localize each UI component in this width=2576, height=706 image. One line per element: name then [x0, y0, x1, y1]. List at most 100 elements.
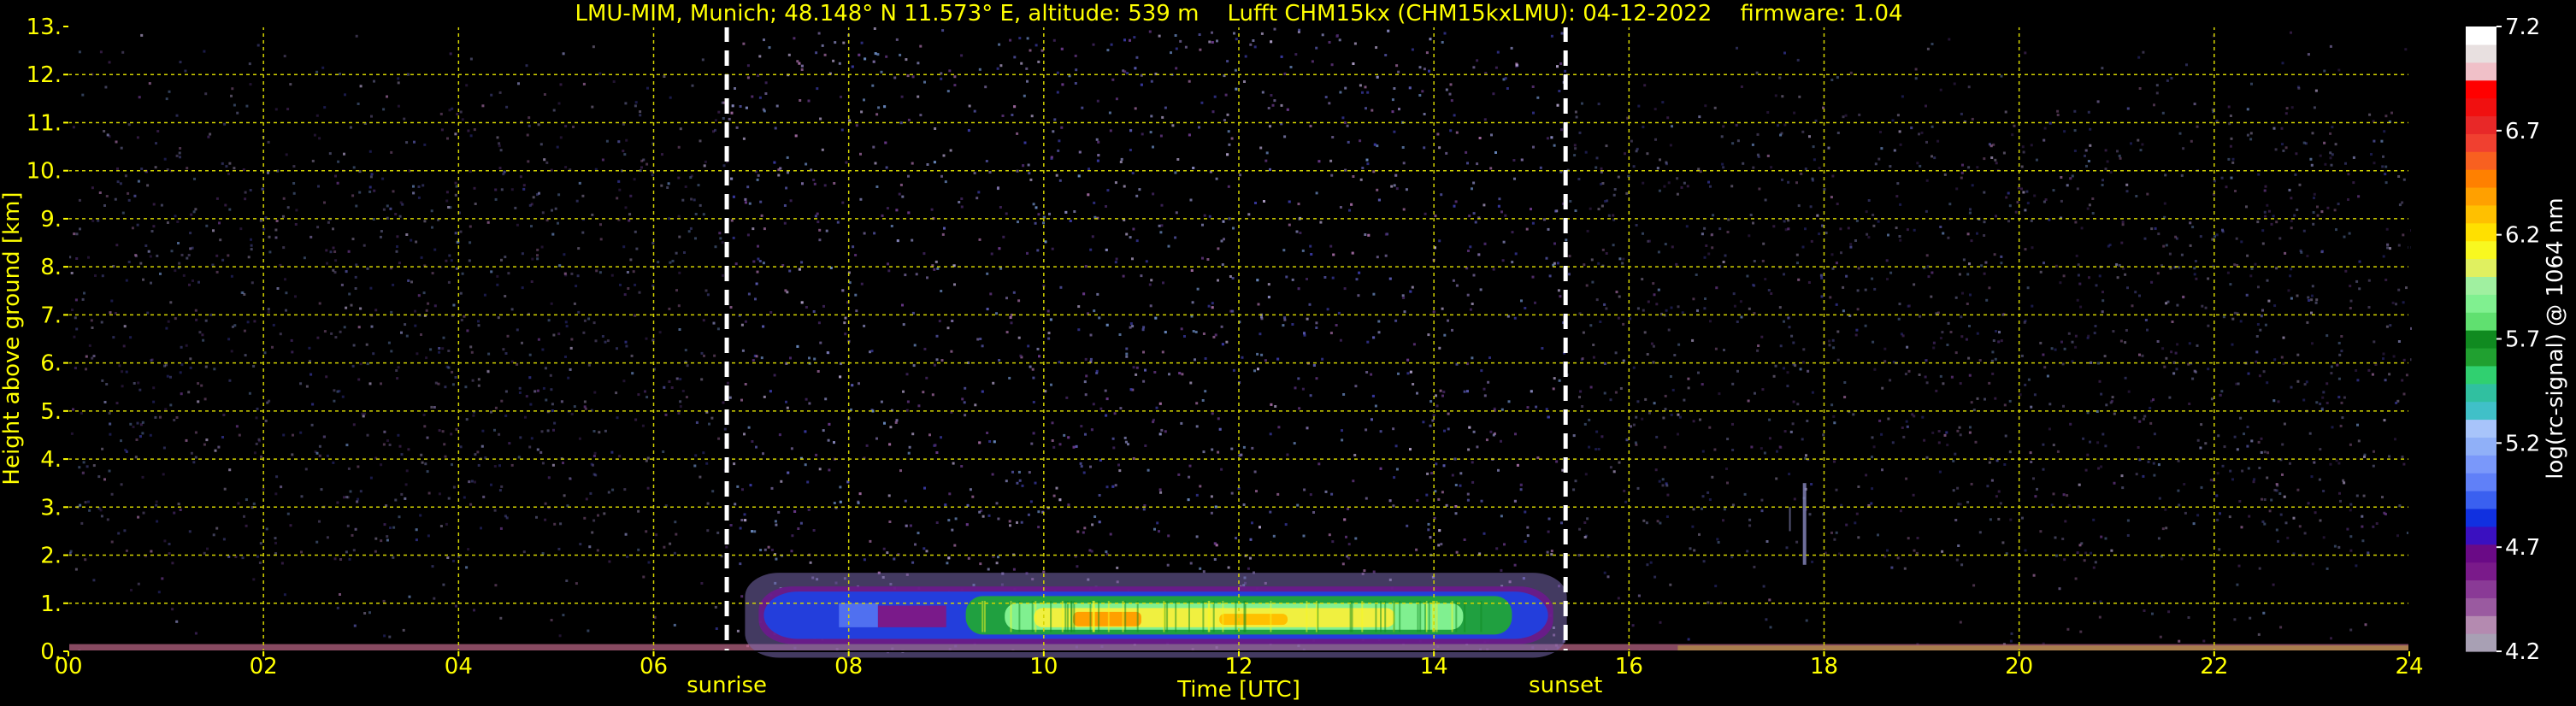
noise-speck	[178, 151, 181, 155]
noise-speck	[2233, 435, 2237, 438]
noise-speck	[180, 392, 183, 396]
noise-speck	[1195, 402, 1199, 405]
noise-speck	[1265, 151, 1269, 155]
noise-speck	[395, 369, 398, 372]
noise-speck	[768, 46, 771, 50]
noise-speck	[2052, 492, 2055, 496]
noise-speck	[880, 70, 883, 74]
noise-speck	[1954, 519, 1958, 521]
noise-speck	[1811, 177, 1814, 180]
noise-speck	[1166, 563, 1170, 567]
noise-speck	[1411, 285, 1414, 289]
noise-speck	[533, 390, 537, 393]
noise-speck	[2098, 615, 2101, 619]
noise-speck	[2139, 149, 2143, 152]
noise-speck	[1161, 350, 1164, 354]
noise-speck	[2325, 402, 2329, 404]
noise-speck	[789, 356, 792, 360]
noise-speck	[361, 412, 364, 415]
noise-speck	[228, 208, 232, 211]
noise-speck	[1167, 244, 1170, 248]
noise-speck	[1830, 531, 1833, 534]
noise-speck	[2152, 462, 2155, 465]
noise-speck	[1969, 293, 1972, 297]
noise-speck	[1553, 144, 1556, 147]
noise-speck	[539, 143, 543, 146]
noise-speck	[1595, 166, 1598, 169]
noise-speck	[137, 179, 140, 183]
noise-speck	[1772, 374, 1776, 378]
noise-speck	[705, 462, 709, 465]
noise-speck	[1366, 91, 1370, 94]
noise-speck	[1781, 95, 1784, 98]
noise-speck	[1609, 466, 1612, 469]
noise-speck	[787, 171, 789, 174]
noise-speck	[1778, 76, 1782, 79]
noise-speck	[822, 304, 825, 308]
noise-speck	[1489, 167, 1493, 170]
noise-speck	[2259, 328, 2262, 332]
noise-speck	[1753, 260, 1756, 262]
noise-speck	[2153, 103, 2155, 107]
noise-speck	[1076, 530, 1080, 533]
noise-speck	[2039, 341, 2043, 344]
noise-speck	[1678, 415, 1682, 419]
noise-speck	[2220, 390, 2224, 393]
noise-speck	[839, 485, 842, 489]
noise-speck	[1955, 558, 1959, 562]
noise-speck	[2043, 126, 2047, 130]
noise-speck	[731, 104, 734, 108]
noise-speck	[444, 455, 447, 458]
noise-speck	[882, 547, 886, 550]
noise-speck	[1807, 281, 1811, 284]
noise-speck	[2239, 416, 2243, 420]
noise-speck	[1887, 233, 1889, 237]
noise-speck	[1833, 538, 1836, 541]
noise-speck	[438, 492, 441, 496]
noise-speck	[202, 338, 205, 342]
noise-speck	[778, 433, 781, 437]
noise-speck	[500, 188, 504, 191]
noise-speck	[1230, 447, 1234, 450]
noise-speck	[1866, 232, 1869, 236]
noise-speck	[1662, 416, 1665, 420]
noise-speck	[2268, 509, 2272, 513]
noise-speck	[106, 518, 109, 521]
noise-speck	[684, 349, 687, 352]
noise-speck	[1653, 402, 1656, 405]
noise-speck	[612, 80, 616, 83]
noise-speck	[964, 414, 967, 417]
noise-speck	[352, 344, 356, 347]
noise-speck	[1983, 272, 1986, 275]
noise-speck	[1547, 415, 1550, 419]
noise-speck	[1372, 170, 1376, 174]
noise-speck	[231, 87, 234, 91]
noise-speck	[1925, 104, 1927, 108]
noise-speck	[666, 186, 669, 189]
noise-speck	[2005, 552, 2008, 556]
noise-speck	[547, 319, 551, 322]
noise-speck	[804, 463, 807, 467]
noise-speck	[383, 430, 386, 433]
noise-speck	[1496, 50, 1500, 54]
noise-speck	[2080, 227, 2084, 230]
noise-speck	[1849, 245, 1853, 249]
noise-speck	[115, 402, 119, 405]
noise-speck	[694, 213, 698, 215]
noise-speck	[514, 206, 517, 209]
noise-speck	[355, 34, 358, 38]
noise-speck	[1515, 63, 1518, 67]
noise-speck	[1843, 381, 1847, 384]
noise-speck	[92, 464, 96, 468]
noise-speck	[454, 193, 457, 197]
noise-speck	[1135, 373, 1138, 376]
noise-speck	[372, 218, 375, 221]
noise-speck	[454, 376, 457, 379]
noise-speck	[1916, 537, 1919, 539]
noise-speck	[127, 191, 130, 195]
noise-speck	[2177, 489, 2180, 492]
noise-speck	[1835, 262, 1838, 265]
noise-speck	[1143, 504, 1147, 507]
noise-speck	[1901, 427, 1904, 429]
noise-speck	[759, 200, 763, 203]
